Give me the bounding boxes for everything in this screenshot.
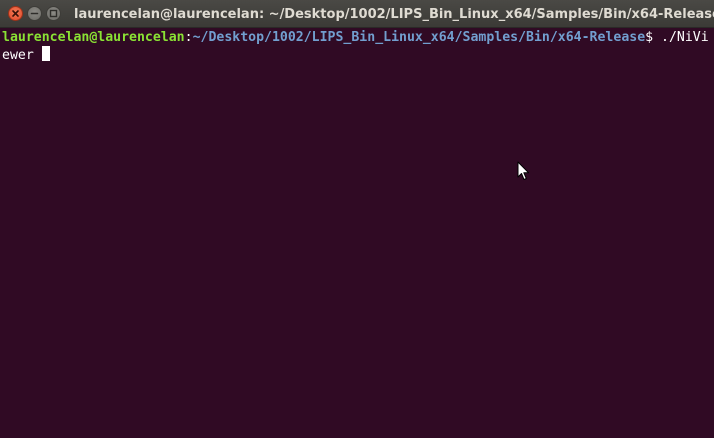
text-cursor	[41, 46, 50, 61]
title-bar[interactable]: laurencelan@laurencelan: ~/Desktop/1002/…	[0, 0, 714, 28]
maximize-button[interactable]	[46, 6, 61, 21]
prompt-separator: :	[184, 30, 193, 45]
terminal-window: laurencelan@laurencelan: ~/Desktop/1002/…	[0, 0, 714, 438]
prompt-symbol: $	[645, 30, 662, 45]
minimize-icon	[30, 12, 39, 15]
mouse-pointer-icon	[517, 161, 529, 180]
terminal-output[interactable]: laurencelan@laurencelan:~/Desktop/1002/L…	[0, 28, 714, 438]
close-icon	[12, 10, 19, 17]
prompt-path: ~/Desktop/1002/LIPS_Bin_Linux_x64/Sample…	[192, 30, 646, 45]
close-button[interactable]	[8, 6, 23, 21]
minimize-button[interactable]	[27, 6, 42, 21]
maximize-icon	[49, 9, 58, 18]
window-title: laurencelan@laurencelan: ~/Desktop/1002/…	[74, 7, 714, 22]
prompt-user-host: laurencelan@laurencelan	[2, 30, 185, 45]
